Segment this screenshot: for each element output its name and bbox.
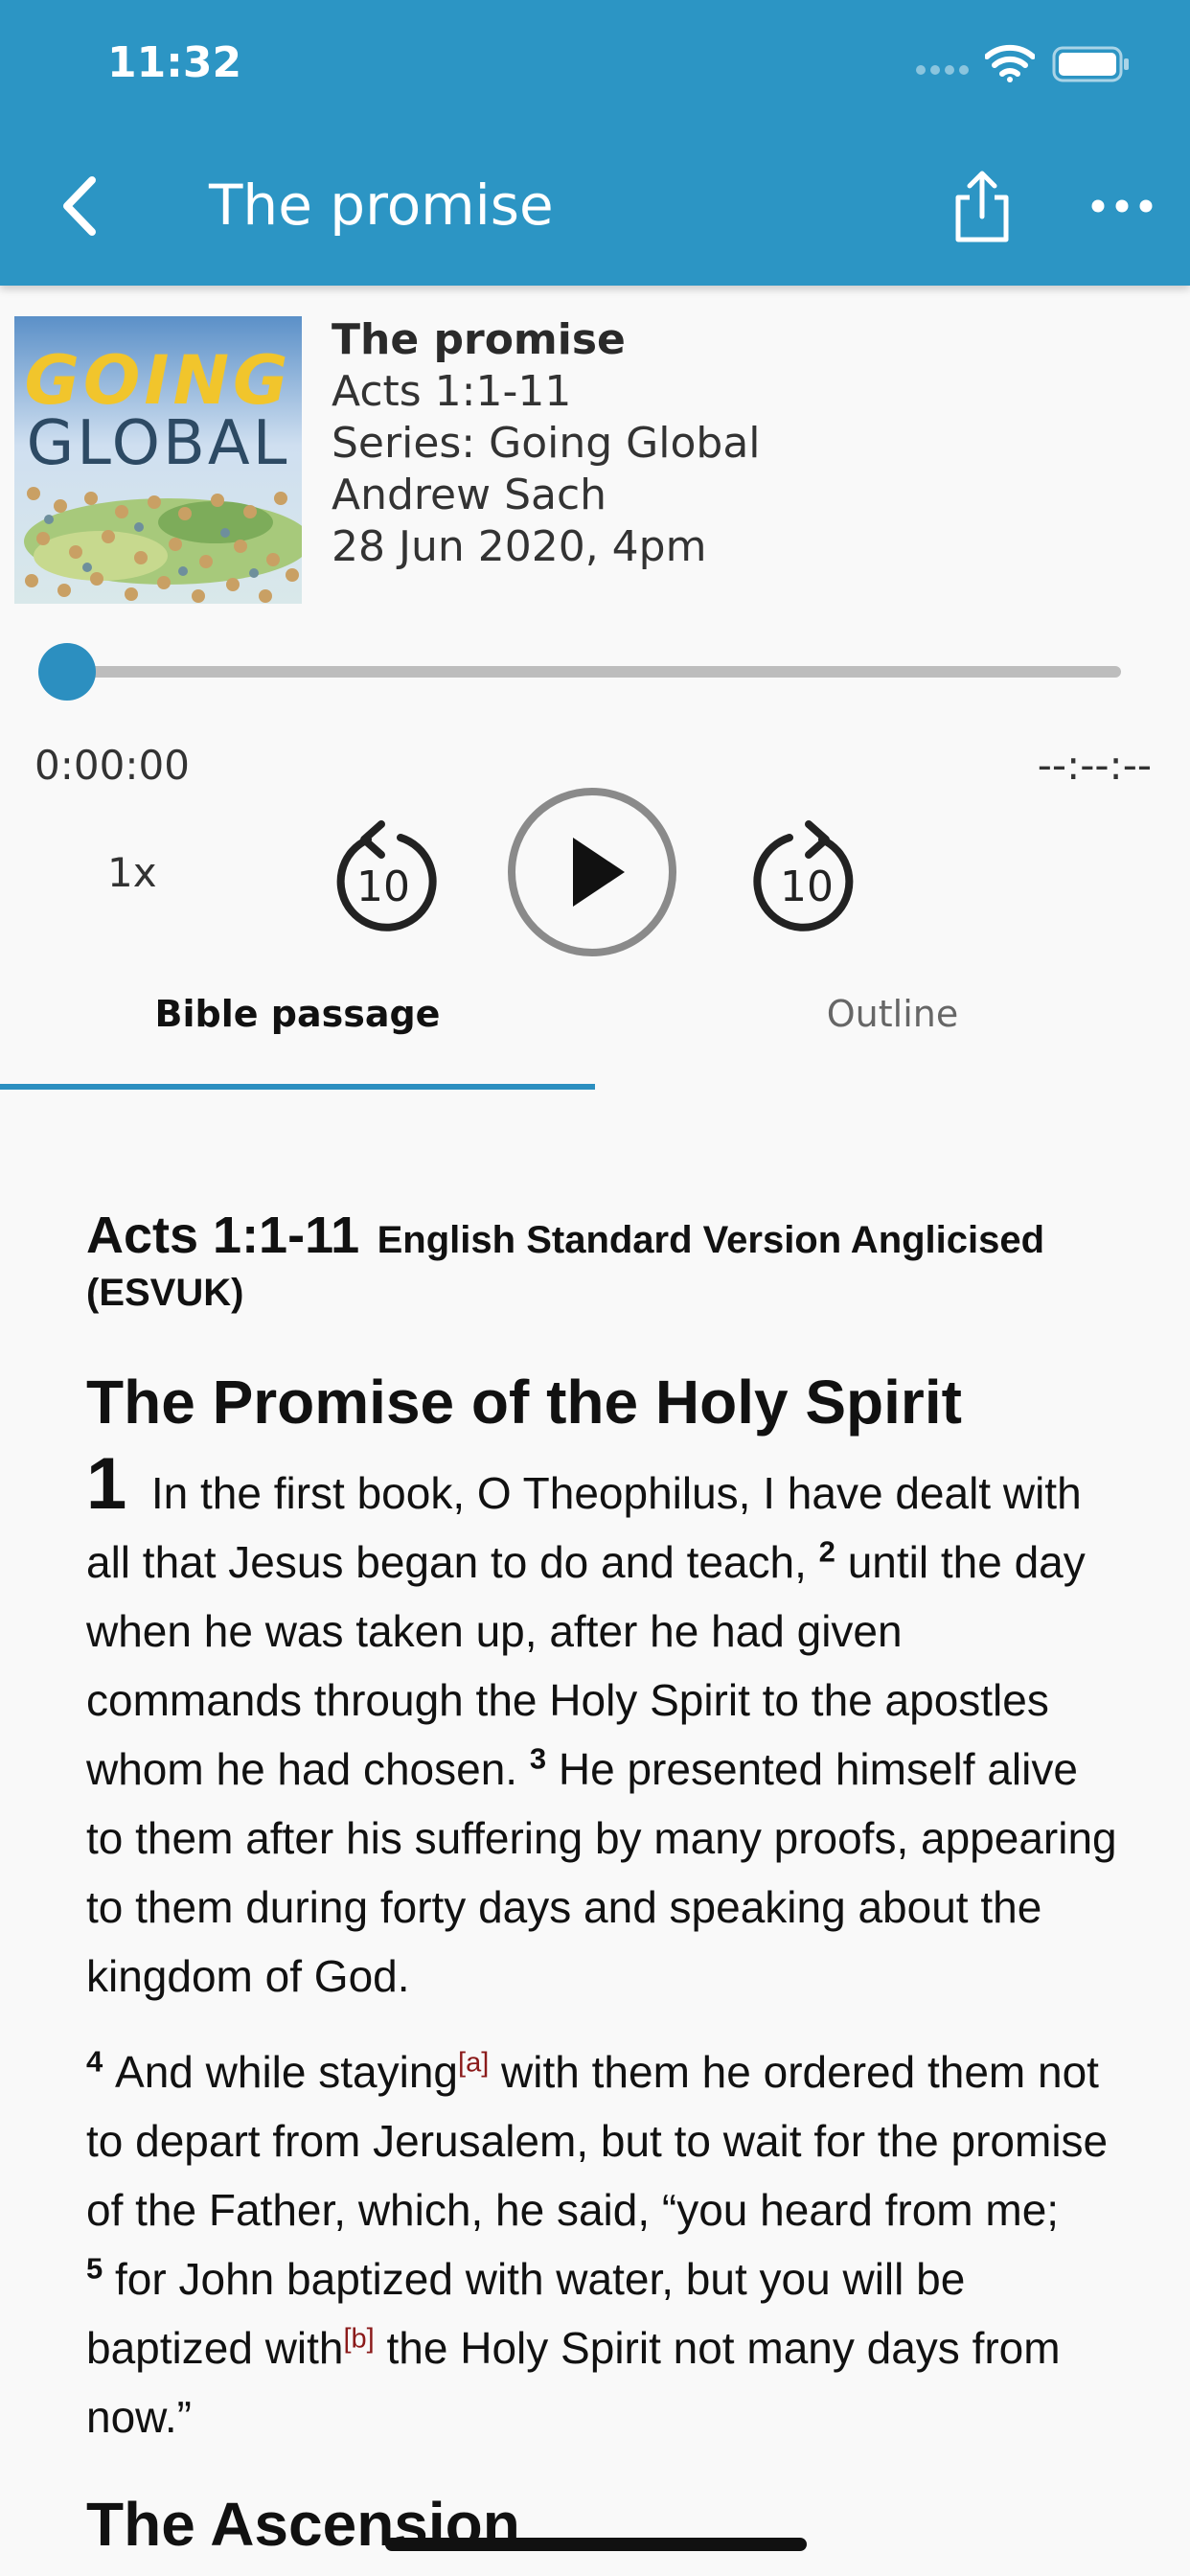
signal-icon <box>916 65 969 75</box>
app-header: 11:32 The promise <box>0 0 1190 286</box>
paragraph-1: 1 In the first book, O Theophilus, I hav… <box>86 1448 1121 2011</box>
page-title: The promise <box>209 172 554 238</box>
rewind-10-icon[interactable]: 10 <box>326 820 441 945</box>
home-indicator[interactable] <box>385 2538 807 2551</box>
passage-reference: Acts 1:1-11 <box>86 1207 360 1264</box>
artwork-title-bottom: GLOBAL <box>26 408 290 479</box>
progress-track[interactable] <box>67 666 1121 678</box>
rewind-seconds-label: 10 <box>356 862 410 911</box>
wifi-icon <box>985 44 1035 82</box>
play-icon <box>573 838 625 907</box>
forward-10-icon[interactable]: 10 <box>749 820 864 945</box>
playback-speed-button[interactable]: 1x <box>107 849 157 896</box>
more-icon[interactable] <box>1090 192 1154 220</box>
verse-number: 5 <box>86 2251 103 2286</box>
chapter-number: 1 <box>86 1443 127 1525</box>
tab-bible-passage[interactable]: Bible passage <box>0 993 595 1035</box>
progress-knob[interactable] <box>38 643 96 701</box>
share-icon[interactable] <box>949 169 1016 245</box>
section-heading: The Promise of the Holy Spirit <box>86 1368 962 1437</box>
sermon-title: The promise <box>332 315 626 364</box>
forward-seconds-label: 10 <box>780 862 834 911</box>
footnote-b-link[interactable]: [b] <box>344 2324 375 2355</box>
battery-icon <box>1052 46 1129 82</box>
back-button[interactable] <box>54 172 111 240</box>
passage-content: Acts 1:1-11 English Standard Version Ang… <box>86 1209 1121 2559</box>
sermon-speaker: Andrew Sach <box>332 471 607 519</box>
tab-outline[interactable]: Outline <box>595 993 1190 1035</box>
sermon-passage: Acts 1:1-11 <box>332 367 572 416</box>
verse-number: 3 <box>529 1741 547 1776</box>
play-button[interactable] <box>506 786 678 958</box>
sermon-artwork: GOING GLOBAL <box>14 316 302 604</box>
verse-number: 2 <box>818 1534 835 1569</box>
passage-reference-line: Acts 1:1-11 English Standard Version Ang… <box>86 1209 1121 1323</box>
total-time: --:--:-- <box>1037 742 1152 789</box>
sermon-series: Series: Going Global <box>332 419 761 468</box>
footnote-a-link[interactable]: [a] <box>458 2048 489 2079</box>
paragraph-2: 4 And while staying[a] with them he orde… <box>86 2037 1121 2451</box>
active-tab-indicator <box>0 1084 595 1090</box>
verse-4-text-a: And while staying <box>115 2047 459 2097</box>
sermon-details: The promise Acts 1:1-11 Series: Going Gl… <box>332 314 761 573</box>
verse-number: 4 <box>86 2044 103 2079</box>
elapsed-time: 0:00:00 <box>34 742 190 789</box>
sermon-date: 28 Jun 2020, 4pm <box>332 522 707 571</box>
status-time: 11:32 <box>107 38 242 87</box>
